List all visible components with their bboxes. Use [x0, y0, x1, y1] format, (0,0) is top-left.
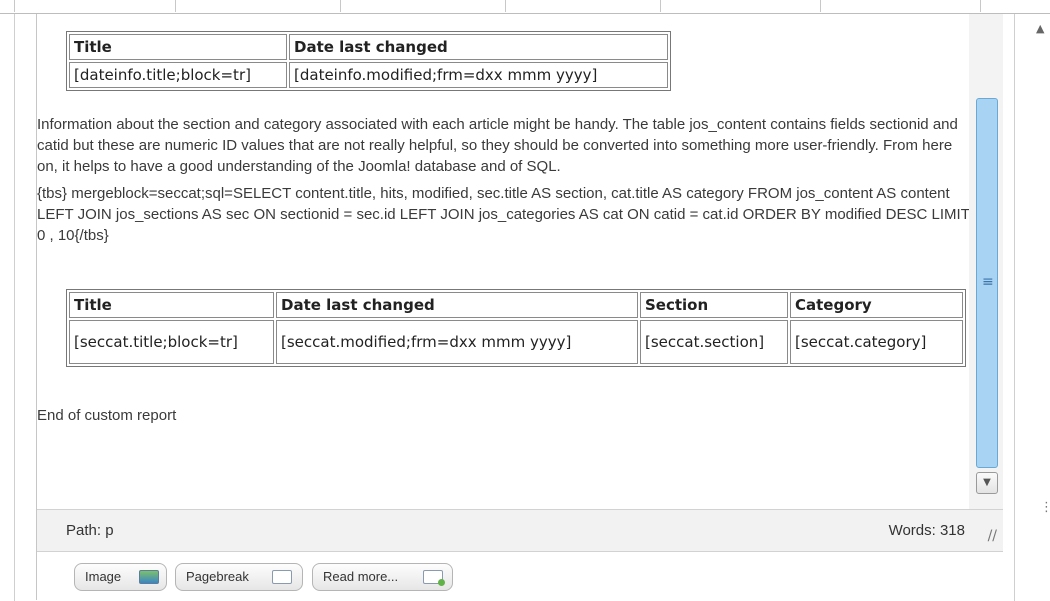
table-header-row: Title Date last changed	[69, 34, 668, 60]
status-bar: Path: p Words: 318 //	[37, 509, 1003, 552]
element-path[interactable]: Path: p	[66, 522, 114, 539]
table-cell[interactable]: [seccat.category]	[790, 320, 963, 364]
pagebreak-button[interactable]: Pagebreak	[175, 563, 303, 591]
table-cell[interactable]: [dateinfo.modified;frm=dxx mmm yyyy]	[289, 62, 668, 88]
table-cell[interactable]: [seccat.modified;frm=dxx mmm yyyy]	[276, 320, 638, 364]
table-row: [seccat.title;block=tr] [seccat.modified…	[69, 320, 963, 364]
table-header-cell[interactable]: Title	[69, 292, 274, 318]
ruler-tick	[340, 0, 341, 12]
dateinfo-table[interactable]: Title Date last changed [dateinfo.title;…	[66, 31, 671, 91]
readmore-icon	[423, 570, 445, 586]
table-cell[interactable]: [seccat.title;block=tr]	[69, 320, 274, 364]
image-icon	[139, 570, 159, 584]
image-button-label: Image	[85, 569, 122, 584]
table-cell[interactable]: [seccat.section]	[640, 320, 788, 364]
ruler-tick	[980, 0, 981, 12]
table-header-cell[interactable]: Title	[69, 34, 287, 60]
table-cell[interactable]: [dateinfo.title;block=tr]	[69, 62, 287, 88]
editor-scrollbar[interactable]: ≡ ▼	[969, 14, 1003, 509]
scroll-thumb[interactable]: ≡	[976, 98, 998, 468]
word-count: Words: 318	[888, 522, 965, 539]
outer-scroll-grip-icon[interactable]: ⋮	[1040, 500, 1050, 515]
paragraph-info[interactable]: Information about the section and catego…	[37, 114, 969, 177]
table-header-cell[interactable]: Date last changed	[276, 292, 638, 318]
table-header-cell[interactable]: Date last changed	[289, 34, 668, 60]
editor-content[interactable]: Title Date last changed [dateinfo.title;…	[37, 14, 969, 509]
ruler-tick	[660, 0, 661, 12]
resize-grip-icon[interactable]: //	[988, 528, 997, 544]
ruler-tick	[505, 0, 506, 12]
ruler-tick	[175, 0, 176, 12]
table-row: [dateinfo.title;block=tr] [dateinfo.modi…	[69, 62, 668, 88]
scroll-grip-icon: ≡	[982, 274, 994, 290]
outer-scroll-up-icon[interactable]: ▲	[1036, 22, 1044, 35]
pagebreak-icon	[272, 570, 292, 584]
readmore-button-label: Read more...	[323, 569, 399, 584]
seccat-table[interactable]: Title Date last changed Section Category…	[66, 289, 966, 367]
table-header-cell[interactable]: Section	[640, 292, 788, 318]
scroll-down-button[interactable]: ▼	[976, 472, 998, 494]
top-ruler	[0, 0, 1050, 14]
table-header-cell[interactable]: Category	[790, 292, 963, 318]
end-text[interactable]: End of custom report	[37, 405, 969, 426]
left-rail	[14, 14, 15, 601]
paragraph-tbs-query[interactable]: {tbs} mergeblock=seccat;sql=SELECT conte…	[37, 183, 969, 246]
ruler-tick	[14, 0, 15, 12]
image-button[interactable]: Image	[74, 563, 167, 591]
pagebreak-button-label: Pagebreak	[186, 569, 249, 584]
table-header-row: Title Date last changed Section Category	[69, 292, 963, 318]
ruler-tick	[820, 0, 821, 12]
right-rail	[1014, 14, 1015, 601]
readmore-button[interactable]: Read more...	[312, 563, 453, 591]
